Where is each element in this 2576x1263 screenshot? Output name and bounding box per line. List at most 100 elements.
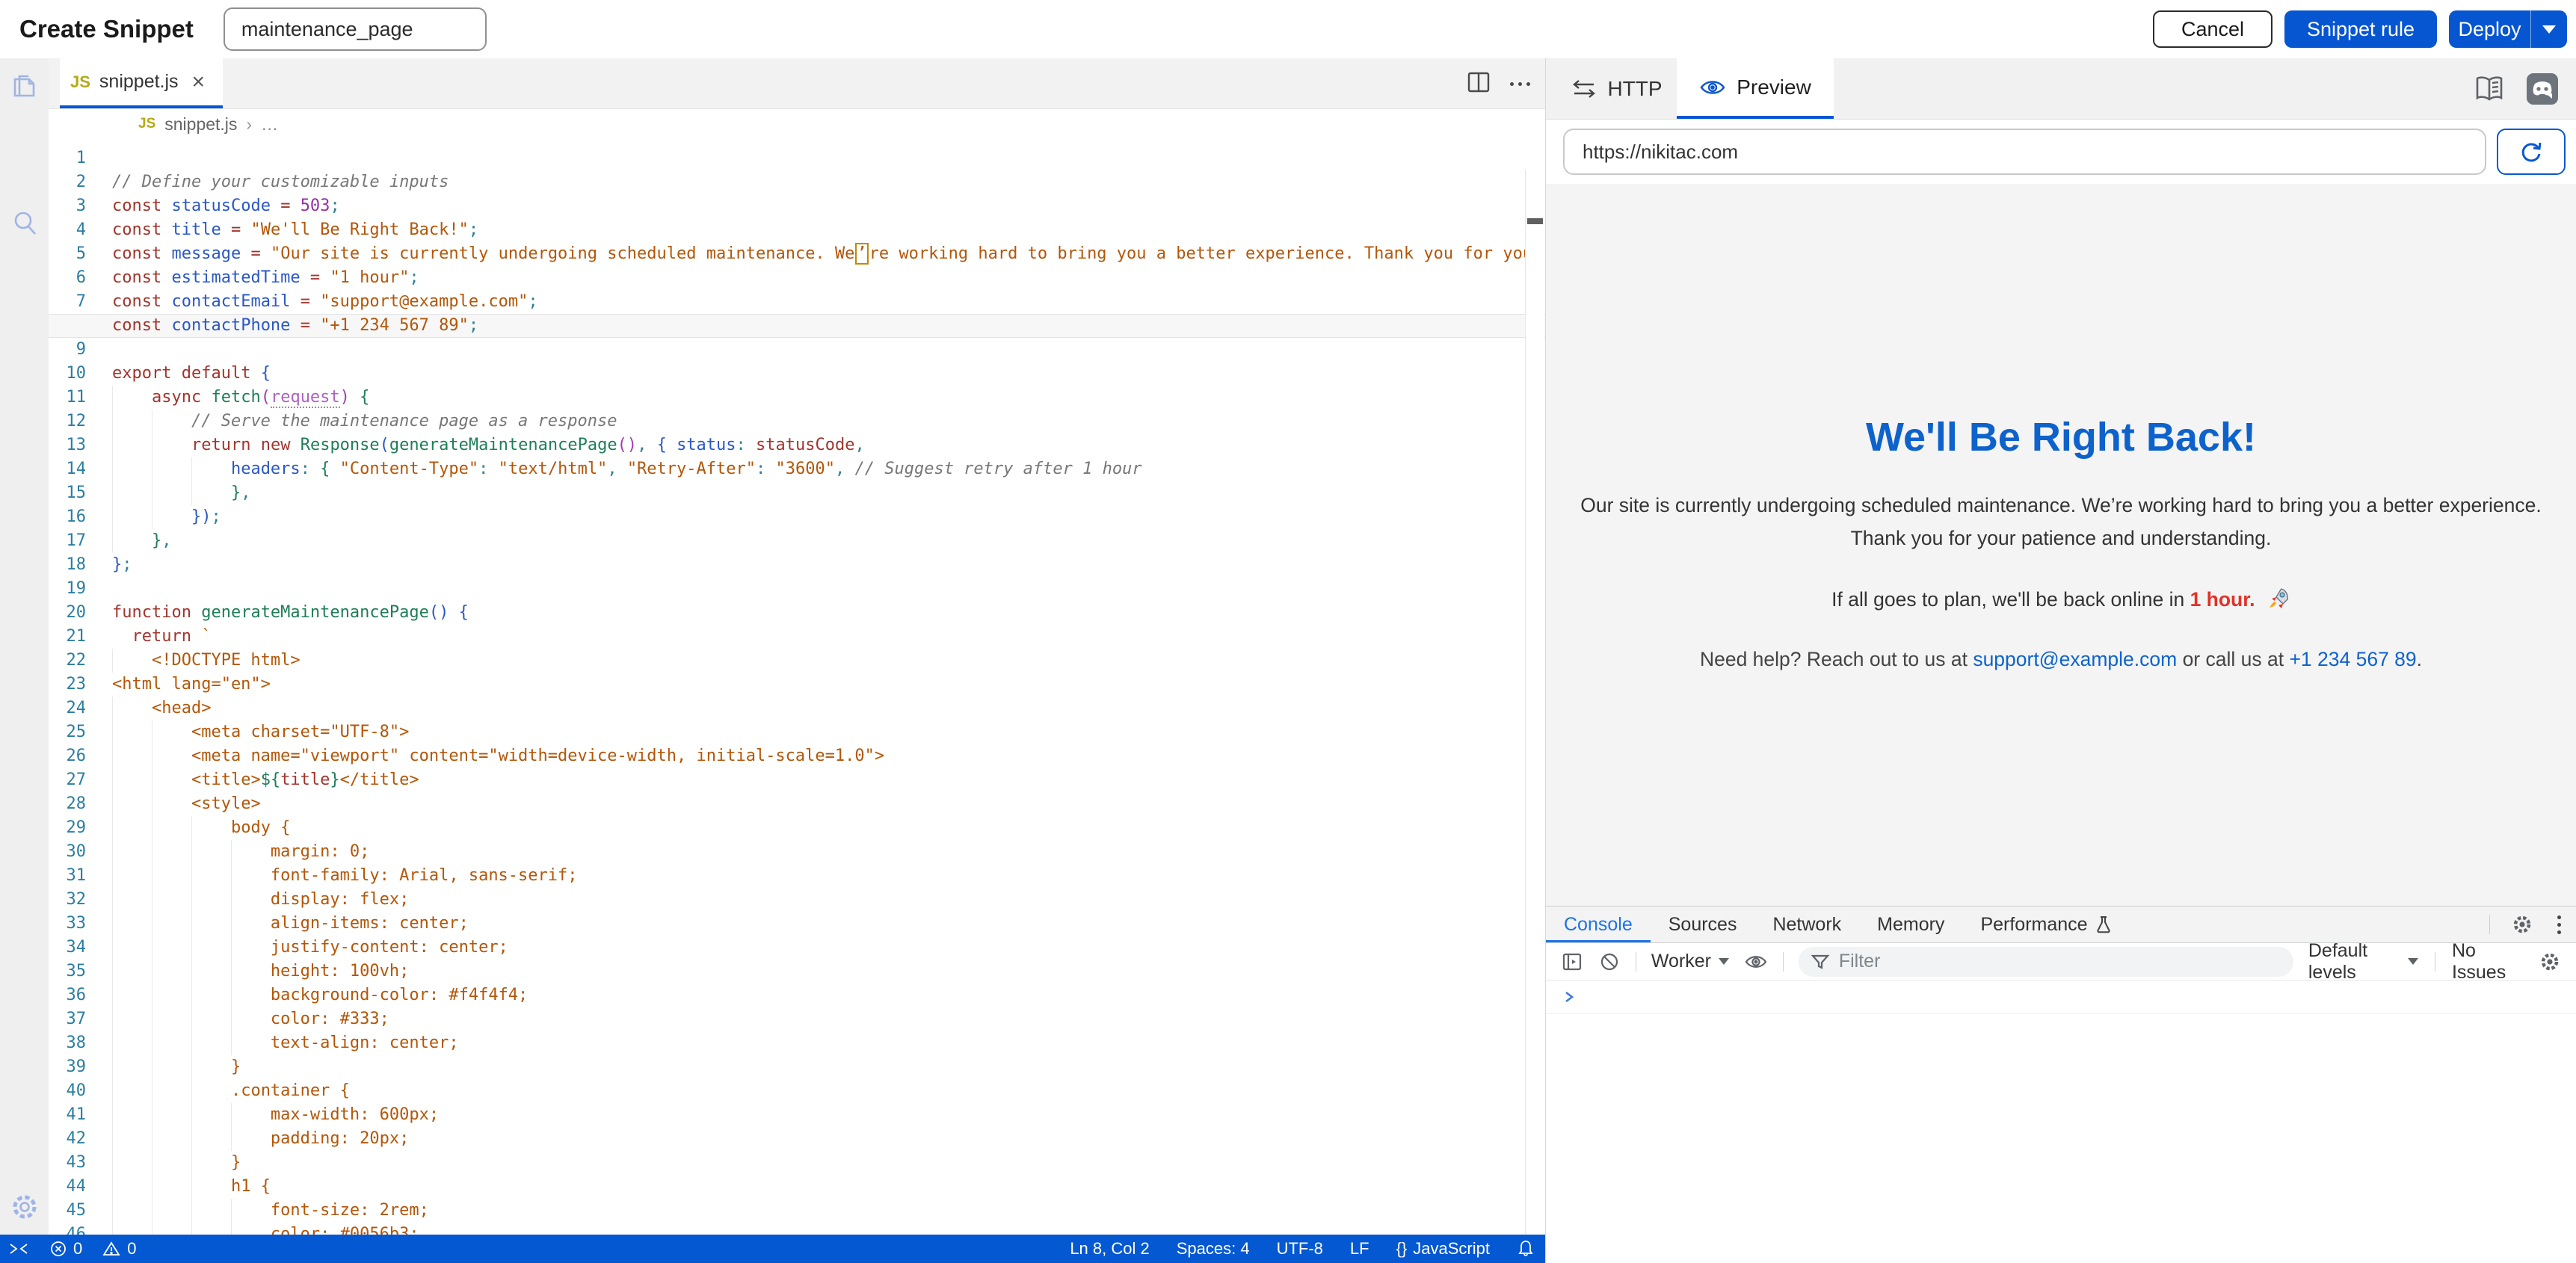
- docs-book-icon[interactable]: [2473, 72, 2506, 105]
- code-line[interactable]: <meta name="viewport" content="width=dev…: [49, 744, 1545, 768]
- console-prompt-row[interactable]: [1546, 981, 2576, 1014]
- code-line[interactable]: const title = "We'll Be Right Back!";: [49, 218, 1545, 242]
- code-line[interactable]: [49, 338, 1545, 362]
- language-mode[interactable]: {} JavaScript: [1396, 1239, 1490, 1259]
- breadcrumb[interactable]: JS snippet.js › …: [49, 109, 1545, 139]
- indentation-setting[interactable]: Spaces: 4: [1177, 1239, 1250, 1259]
- deploy-button[interactable]: Deploy: [2449, 10, 2567, 48]
- code-line[interactable]: const contactEmail = "support@example.co…: [49, 290, 1545, 314]
- code-line[interactable]: const statusCode = 503;: [49, 194, 1545, 218]
- code-line[interactable]: color: #0056b3;: [49, 1223, 1545, 1235]
- devtools-tab-memory[interactable]: Memory: [1859, 907, 1962, 942]
- url-input[interactable]: [1563, 129, 2486, 175]
- code-line[interactable]: }: [49, 1055, 1545, 1079]
- code-line[interactable]: },: [49, 481, 1545, 505]
- code-line[interactable]: [49, 577, 1545, 601]
- code-line[interactable]: [49, 146, 1545, 170]
- maintenance-heading: We'll Be Right Back!: [1559, 414, 2564, 460]
- devtools-tab-sources[interactable]: Sources: [1651, 907, 1755, 942]
- code-line[interactable]: return `: [49, 625, 1545, 649]
- code-line[interactable]: <!DOCTYPE html>: [49, 649, 1545, 673]
- code-line[interactable]: h1 {: [49, 1175, 1545, 1199]
- search-icon[interactable]: [9, 208, 40, 239]
- code-line[interactable]: .container {: [49, 1079, 1545, 1103]
- tab-snippet-js[interactable]: JS snippet.js ×: [60, 58, 223, 108]
- tab-http[interactable]: HTTP: [1557, 58, 1677, 119]
- snippet-name-input[interactable]: [224, 7, 487, 51]
- devtools-tab-network[interactable]: Network: [1754, 907, 1859, 942]
- code-line[interactable]: };: [49, 553, 1545, 577]
- refresh-button[interactable]: [2497, 129, 2566, 175]
- scrollbar-thumb[interactable]: [1527, 218, 1543, 224]
- code-line[interactable]: max-width: 600px;: [49, 1103, 1545, 1127]
- discord-icon[interactable]: [2525, 72, 2560, 106]
- code-line[interactable]: <html lang="en">: [49, 673, 1545, 697]
- encoding-setting[interactable]: UTF-8: [1277, 1239, 1323, 1259]
- warnings-indicator[interactable]: 0: [102, 1239, 136, 1259]
- cancel-button[interactable]: Cancel: [2153, 10, 2273, 48]
- clear-console-icon[interactable]: [1598, 949, 1621, 975]
- code-line[interactable]: <meta charset="UTF-8">: [49, 720, 1545, 744]
- settings-gear-icon[interactable]: [9, 1191, 40, 1223]
- cursor-position[interactable]: Ln 8, Col 2: [1070, 1239, 1149, 1259]
- phone-link[interactable]: +1 234 567 89: [2289, 648, 2416, 670]
- console-filter-input[interactable]: Filter: [1799, 947, 2293, 977]
- support-email-link[interactable]: support@example.com: [1973, 648, 2177, 670]
- code-line[interactable]: background-color: #f4f4f4;: [49, 983, 1545, 1007]
- code-line[interactable]: function generateMaintenancePage() {: [49, 601, 1545, 625]
- more-actions-icon[interactable]: [1510, 71, 1530, 98]
- editor-scrollbar[interactable]: [1525, 169, 1544, 1235]
- code-line[interactable]: return new Response(generateMaintenanceP…: [49, 433, 1545, 457]
- issues-counter[interactable]: No Issues: [2452, 940, 2522, 983]
- code-line[interactable]: margin: 0;: [49, 840, 1545, 864]
- notifications-bell-icon[interactable]: [1517, 1239, 1535, 1259]
- devtools-settings-gear-icon[interactable]: [2509, 912, 2535, 937]
- code-line[interactable]: height: 100vh;: [49, 960, 1545, 983]
- code-line[interactable]: export default {: [49, 362, 1545, 386]
- errors-indicator[interactable]: 0: [49, 1239, 82, 1259]
- code-line[interactable]: font-family: Arial, sans-serif;: [49, 864, 1545, 888]
- devtools-kebab-menu-icon[interactable]: [2554, 912, 2564, 937]
- code-line[interactable]: <head>: [49, 697, 1545, 720]
- code-line[interactable]: // Define your customizable inputs: [49, 170, 1545, 194]
- breadcrumb-more[interactable]: …: [261, 114, 278, 135]
- devtools-tab-performance[interactable]: Performance: [1962, 907, 2129, 942]
- code-line[interactable]: },: [49, 529, 1545, 553]
- files-icon[interactable]: [9, 72, 40, 103]
- devtools-tab-console[interactable]: Console: [1546, 907, 1651, 942]
- code-line[interactable]: async fetch(request) {: [49, 386, 1545, 410]
- code-line[interactable]: }: [49, 1151, 1545, 1175]
- code-line[interactable]: color: #333;: [49, 1007, 1545, 1031]
- code-line[interactable]: body {: [49, 816, 1545, 840]
- split-editor-icon[interactable]: [1465, 69, 1492, 99]
- console-settings-gear-icon[interactable]: [2539, 949, 2561, 975]
- remote-icon[interactable]: [7, 1240, 30, 1258]
- code-area[interactable]: 1234567891011121314151617181920212223242…: [49, 139, 1545, 1235]
- snippet-rule-button[interactable]: Snippet rule: [2284, 10, 2437, 48]
- warning-icon: [102, 1240, 121, 1258]
- worker-context-dropdown[interactable]: Worker: [1651, 951, 1729, 972]
- code-line[interactable]: <style>: [49, 792, 1545, 816]
- code-line[interactable]: padding: 20px;: [49, 1127, 1545, 1151]
- eol-setting[interactable]: LF: [1350, 1239, 1369, 1259]
- code-line[interactable]: const estimatedTime = "1 hour";: [49, 266, 1545, 290]
- tab-preview[interactable]: Preview: [1677, 58, 1834, 119]
- code-line[interactable]: });: [49, 505, 1545, 529]
- console-output[interactable]: [1546, 981, 2576, 1263]
- code-line[interactable]: const contactPhone = "+1 234 567 89";: [49, 314, 1545, 338]
- code-line[interactable]: headers: { "Content-Type": "text/html", …: [49, 457, 1545, 481]
- code-line[interactable]: <title>${title}</title>: [49, 768, 1545, 792]
- code-line[interactable]: text-align: center;: [49, 1031, 1545, 1055]
- live-expression-eye-icon[interactable]: [1744, 949, 1768, 975]
- breadcrumb-file[interactable]: snippet.js: [164, 114, 237, 135]
- default-levels-dropdown[interactable]: Default levels: [2308, 940, 2418, 983]
- code-line[interactable]: display: flex;: [49, 888, 1545, 912]
- close-tab-icon[interactable]: ×: [192, 71, 206, 93]
- deploy-dropdown-button[interactable]: [2530, 10, 2567, 48]
- code-line[interactable]: font-size: 2rem;: [49, 1199, 1545, 1223]
- code-line[interactable]: justify-content: center;: [49, 936, 1545, 960]
- code-line[interactable]: // Serve the maintenance page as a respo…: [49, 410, 1545, 433]
- console-sidebar-toggle-icon[interactable]: [1561, 949, 1583, 975]
- code-line[interactable]: const message = "Our site is currently u…: [49, 242, 1545, 266]
- code-line[interactable]: align-items: center;: [49, 912, 1545, 936]
